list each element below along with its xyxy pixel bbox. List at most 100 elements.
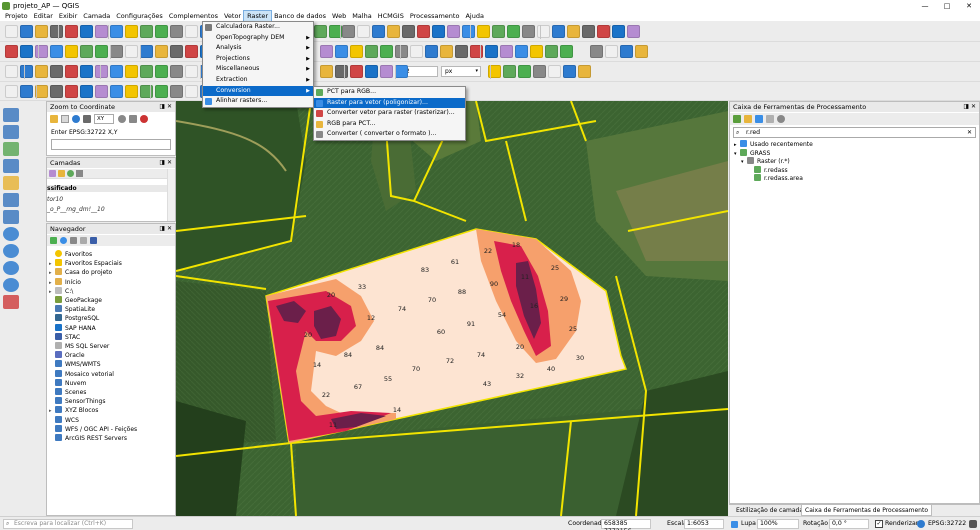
toolbox-group[interactable]: ▾ Raster (r.*) — [741, 157, 790, 166]
menu-projeto[interactable]: Projeto — [2, 11, 31, 21]
measure-icon[interactable] — [185, 45, 198, 58]
browser-item[interactable]: MS SQL Server — [49, 342, 109, 351]
menu-configuracoes[interactable]: Configurações — [113, 11, 166, 21]
collapse-all-icon[interactable] — [80, 237, 87, 244]
new-project-icon[interactable] — [95, 65, 108, 78]
plugin-icon[interactable] — [65, 45, 78, 58]
save-icon[interactable] — [35, 25, 48, 38]
add-xyz-icon[interactable] — [3, 278, 19, 292]
measure-icon[interactable] — [563, 65, 576, 78]
zoom-icon[interactable] — [425, 45, 438, 58]
zoom-icon[interactable] — [155, 65, 168, 78]
close-panel-icon[interactable]: ◨ ✕ — [159, 224, 172, 234]
conversion-item-polygonize[interactable]: Raster para vetor (poligonizar)... — [314, 97, 465, 109]
select-icon[interactable] — [140, 85, 153, 98]
browser-item[interactable]: WMS/WMTS — [49, 360, 101, 369]
pan-icon[interactable] — [410, 45, 423, 58]
select-icon[interactable] — [627, 25, 640, 38]
zoom-icon[interactable] — [110, 85, 123, 98]
add-wfs-icon[interactable] — [3, 227, 19, 241]
browser-item[interactable]: SAP HANA — [49, 323, 96, 333]
digitize-icon[interactable] — [20, 85, 33, 98]
plugin-icon[interactable] — [80, 65, 93, 78]
scale-field[interactable]: 1:6053 — [684, 519, 724, 529]
menu-exibir[interactable]: Exibir — [56, 11, 80, 21]
save-icon[interactable] — [110, 45, 123, 58]
browser-item[interactable]: SensorThings — [49, 397, 105, 406]
raster-menu-item-extraction[interactable]: Extraction ▶ — [203, 75, 313, 86]
algorithm-item[interactable]: r.redass — [748, 165, 788, 175]
browser-item[interactable]: ▸ XYZ Blocos — [49, 406, 98, 415]
identify-icon[interactable] — [170, 65, 183, 78]
models-icon[interactable] — [733, 115, 741, 123]
raster-menu-item-calculadora-raster[interactable]: Calculadora Raster... — [203, 22, 313, 33]
zoom-icon[interactable] — [518, 65, 531, 78]
conversion-item-rgb-to-pct[interactable]: RGB para PCT... — [314, 119, 465, 130]
filter-icon[interactable] — [70, 237, 77, 244]
open-icon[interactable] — [110, 65, 123, 78]
layer-icon[interactable] — [5, 85, 18, 98]
select-icon[interactable] — [548, 65, 561, 78]
save-icon[interactable] — [125, 65, 138, 78]
raster-menu-item-opentopography-dem[interactable]: OpenTopography DEM ▶ — [203, 33, 313, 44]
close-panel-icon[interactable]: ◨ ✕ — [159, 102, 172, 112]
add-spatialite-icon[interactable] — [3, 176, 19, 190]
raster-menu-item-alinhar-rasters[interactable]: Alinhar rasters... — [203, 96, 313, 107]
layer-icon[interactable] — [335, 65, 348, 78]
zoom-icon[interactable] — [597, 25, 610, 38]
menu-processamento[interactable]: Processamento — [407, 11, 463, 21]
attribute-table-icon[interactable] — [578, 65, 591, 78]
conversion-item-rasterize[interactable]: Converter vetor para raster (rasterizar)… — [314, 108, 465, 119]
layer-icon[interactable] — [320, 45, 333, 58]
toolbox-group[interactable]: ▸ Usado recentemente — [734, 140, 813, 149]
digitize-icon[interactable] — [50, 45, 63, 58]
digitize-icon[interactable] — [515, 45, 528, 58]
layer-icon[interactable] — [35, 45, 48, 58]
attribute-table-icon[interactable] — [20, 45, 33, 58]
raster-menu-item-analysis[interactable]: Analysis ▶ — [203, 43, 313, 54]
select-icon[interactable] — [95, 25, 108, 38]
pan-icon[interactable] — [402, 25, 415, 38]
open-icon[interactable] — [380, 45, 393, 58]
open-icon[interactable] — [372, 25, 385, 38]
pan-icon[interactable] — [125, 45, 138, 58]
close-panel-icon[interactable]: ◨ ✕ — [963, 102, 976, 112]
browser-item[interactable]: ArcGIS REST Servers — [49, 434, 127, 443]
attribute-table-icon[interactable] — [35, 65, 48, 78]
add-group-icon[interactable] — [58, 170, 65, 177]
zoom-icon[interactable] — [417, 25, 430, 38]
raster-menu-item-conversion[interactable]: Conversion ▶ — [203, 85, 313, 97]
attribute-table-icon[interactable] — [320, 65, 333, 78]
pan-icon[interactable] — [50, 25, 63, 38]
visibility-icon[interactable] — [67, 170, 74, 177]
digitize-icon[interactable] — [335, 45, 348, 58]
attribute-table-icon[interactable] — [477, 25, 490, 38]
open-icon[interactable] — [395, 65, 408, 78]
browser-item[interactable]: WFS / OGC API - Feições — [49, 424, 137, 434]
locator-search-input[interactable]: ⌕ Escreva para localizar (Ctrl+K) — [3, 519, 133, 529]
close-panel-icon[interactable]: ◨ ✕ — [159, 158, 172, 168]
measure-icon[interactable] — [462, 25, 475, 38]
properties-icon[interactable] — [90, 237, 97, 244]
save-icon[interactable] — [590, 45, 603, 58]
new-project-icon[interactable] — [380, 65, 393, 78]
measure-icon[interactable] — [470, 45, 483, 58]
add-layer-icon[interactable] — [50, 237, 57, 244]
minimize-button[interactable]: — — [914, 0, 936, 11]
menu-editar[interactable]: Editar — [31, 11, 56, 21]
open-icon[interactable] — [560, 45, 573, 58]
identify-icon[interactable] — [155, 45, 168, 58]
measure-icon[interactable] — [5, 45, 18, 58]
layer-icon[interactable] — [140, 25, 153, 38]
render-checkbox[interactable]: ✓ — [875, 520, 883, 528]
identify-icon[interactable] — [440, 45, 453, 58]
crs-label[interactable]: EPSG:32722 — [928, 519, 966, 529]
tab-processing-toolbox[interactable]: Caixa de Ferramentas de Processamento — [801, 505, 933, 516]
add-wcs-icon[interactable] — [3, 244, 19, 258]
zoom-icon[interactable] — [65, 25, 78, 38]
zoom-tool-icon[interactable] — [50, 115, 58, 123]
rotation-field[interactable]: 0,0 ° — [829, 519, 869, 529]
new-project-icon[interactable] — [185, 25, 198, 38]
measure-icon[interactable] — [20, 65, 33, 78]
add-arcgis-icon[interactable] — [3, 261, 19, 275]
